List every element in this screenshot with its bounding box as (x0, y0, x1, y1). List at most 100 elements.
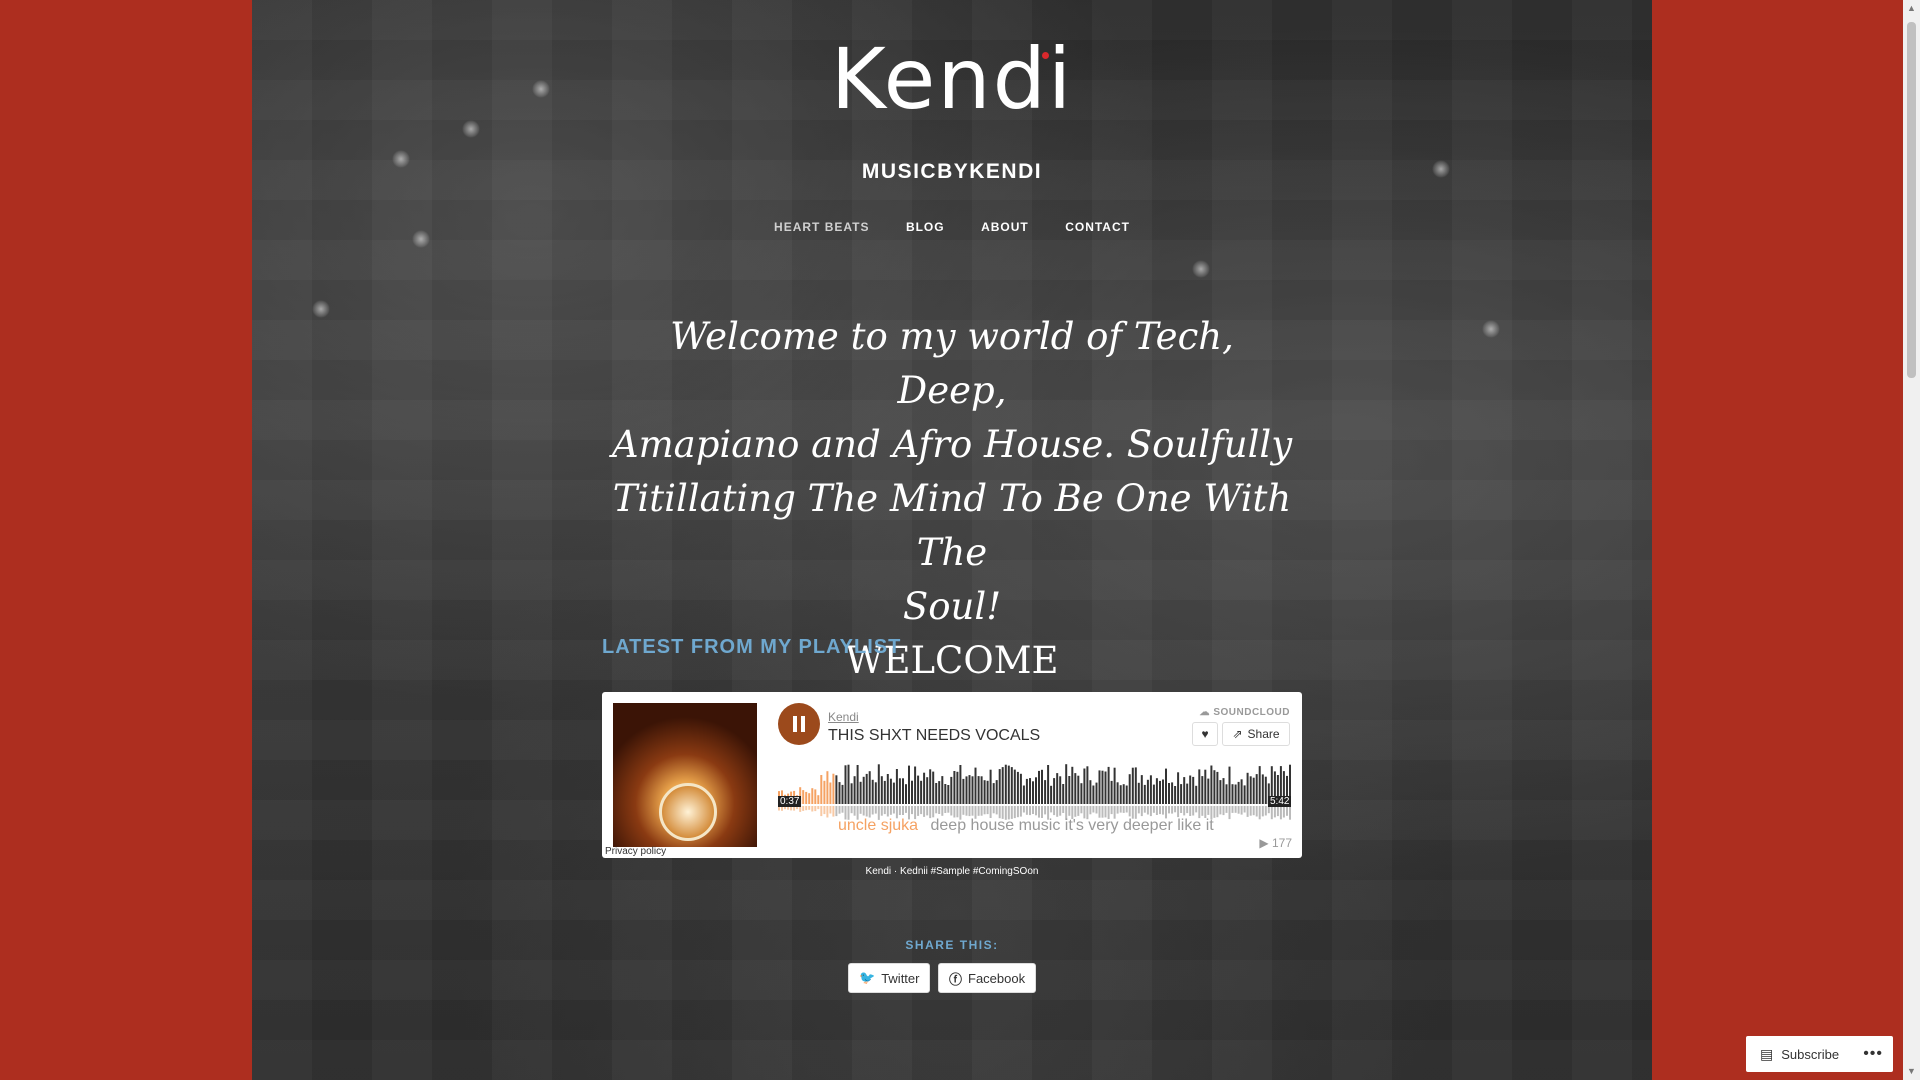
soundcloud-icon: ☁ (1199, 707, 1211, 718)
waveform-reflection (953, 806, 956, 818)
waveform-reflection (1201, 806, 1204, 816)
waveform-reflection (1246, 806, 1249, 817)
waveform-bar (1134, 767, 1137, 804)
waveform-reflection (923, 806, 926, 817)
track-title[interactable]: THIS SHXT NEEDS VOCALS (828, 727, 1040, 745)
waveform-reflection (1270, 806, 1273, 820)
waveform-reflection (992, 806, 995, 814)
privacy-link[interactable]: Privacy policy (605, 846, 666, 857)
subscribe-widget[interactable]: ▤ Subscribe ••• (1746, 1036, 1893, 1072)
waveform-reflection (1282, 806, 1285, 818)
waveform-reflection (1177, 806, 1180, 818)
like-button[interactable]: ♥ (1192, 722, 1218, 746)
waveform-reflection (862, 806, 865, 816)
waveform-bar (971, 776, 974, 804)
waveform-bar (1159, 780, 1161, 804)
waveform-reflection (832, 806, 835, 817)
waveform-bar (1219, 780, 1222, 804)
waveform-reflection (898, 806, 901, 815)
nav-heart-beats[interactable]: HEART BEATS (774, 220, 869, 234)
waveform-bar (1065, 764, 1068, 804)
caption-artist[interactable]: Kendi (866, 866, 892, 877)
drum-image (659, 783, 717, 841)
scroll-down-icon[interactable]: ▼ (1903, 1063, 1920, 1080)
waveform-reflection (1183, 806, 1186, 816)
nav-about[interactable]: ABOUT (981, 220, 1029, 234)
caption-title[interactable]: Kednii #Sample #ComingSOon (900, 866, 1038, 877)
waveform-bar (841, 784, 844, 804)
waveform-bar (1174, 786, 1177, 804)
waveform-reflection (829, 806, 832, 814)
waveform-bar (1080, 783, 1083, 804)
waveform-reflection (892, 806, 895, 814)
track-artwork[interactable] (613, 703, 757, 847)
scrollbar[interactable]: ▲ ▼ (1903, 0, 1920, 1080)
waveform-bar (1186, 783, 1189, 804)
waveform-bar (859, 781, 862, 804)
waveform-bar (1004, 764, 1007, 804)
pause-button[interactable] (778, 703, 820, 745)
waveform-bar (1050, 785, 1053, 804)
twitter-share-button[interactable]: 🐦 Twitter (848, 963, 931, 993)
site-title[interactable]: MUSICBYKENDI (252, 160, 1652, 184)
nav-blog[interactable]: BLOG (906, 220, 945, 234)
waveform-reflection (823, 806, 826, 815)
scroll-up-icon[interactable]: ▲ (1903, 0, 1920, 17)
more-icon[interactable]: ••• (1863, 1045, 1883, 1063)
waveform-bar (911, 780, 913, 804)
waveform-bar (938, 781, 941, 804)
waveform-bar (823, 780, 826, 804)
waveform-reflection (1162, 806, 1164, 815)
waveform-bar (1044, 780, 1047, 804)
waveform-reflection (956, 806, 959, 818)
share-button[interactable]: ⇗ Share (1222, 722, 1290, 746)
waveform-reflection (932, 806, 935, 818)
waveform-reflection (1077, 806, 1080, 816)
waveform-bar (962, 778, 965, 804)
waveform-bar (1204, 769, 1207, 804)
waveform-bar (905, 784, 907, 804)
waveform-reflection (1174, 806, 1177, 813)
waveform-bar (914, 766, 917, 804)
waveform-reflection (1059, 806, 1062, 816)
waveform-bar (817, 795, 820, 804)
waveform-bar (929, 769, 932, 804)
waveform-bar (1143, 784, 1146, 804)
waveform-reflection (1286, 806, 1288, 816)
waveform-bar (965, 776, 968, 804)
waveform-bar (1068, 776, 1071, 804)
waveform-bar (1165, 768, 1167, 804)
waveform-reflection (1137, 806, 1140, 814)
waveform-bar (1249, 776, 1252, 804)
waveform-bar (802, 790, 805, 804)
waveform-reflection (1080, 806, 1083, 814)
waveform-reflection (1025, 806, 1028, 815)
waveform-reflection (1225, 806, 1228, 813)
subscribe-label[interactable]: Subscribe (1781, 1047, 1839, 1062)
facebook-label: Facebook (968, 970, 1026, 986)
site-logo[interactable]: Kendi (252, 30, 1652, 128)
soundcloud-logo[interactable]: ☁ SOUNDCLOUD (1200, 707, 1290, 718)
waveform-bar (989, 769, 992, 804)
waveform-reflection (1101, 806, 1104, 818)
waveform-bar (1113, 767, 1116, 804)
comment-user[interactable]: uncle sjuka (838, 817, 918, 834)
waveform-reflection (1264, 806, 1267, 816)
waveform-bar (1146, 779, 1149, 804)
waveform-bar (917, 775, 920, 804)
track-user-link[interactable]: Kendi (828, 710, 859, 724)
waveform-reflection (1089, 806, 1092, 815)
caption-separator: · (893, 866, 898, 877)
track-caption: Kendi · Kednii #Sample #ComingSOon (602, 866, 1302, 877)
scroll-thumb[interactable] (1907, 22, 1916, 378)
waveform-reflection (1207, 806, 1210, 815)
waveform-bar (1062, 784, 1065, 804)
waveform-bar (1107, 766, 1110, 804)
facebook-share-button[interactable]: ⓕ Facebook (938, 963, 1037, 993)
nav-contact[interactable]: CONTACT (1065, 220, 1130, 234)
waveform-bar (1149, 775, 1152, 804)
waveform-bar (826, 771, 829, 804)
waveform-bar (959, 765, 962, 804)
waveform-reflection (1149, 806, 1152, 817)
waveform-reflection (805, 806, 808, 811)
